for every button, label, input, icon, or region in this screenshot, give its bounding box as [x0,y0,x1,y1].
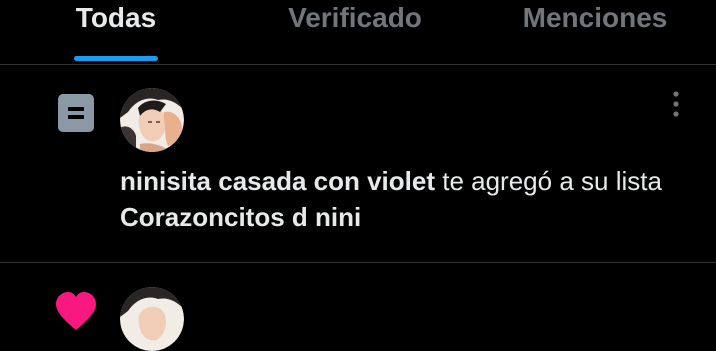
tab-verificado-label: Verificado [288,2,422,33]
tab-todas[interactable]: Todas [60,0,172,64]
avatar[interactable] [120,88,184,152]
tab-menciones-label: Menciones [522,2,668,33]
notification-item[interactable]: ninisita casada con violet te agregó a s… [0,65,716,263]
notification-user-name[interactable]: ninisita casada con violet [120,166,435,196]
tab-todas-label: Todas [75,2,157,33]
next-notification-avatar[interactable] [120,287,184,351]
notification-action-text: te agregó a su lista [442,166,662,196]
more-vertical-icon[interactable] [664,87,688,121]
notification-text: ninisita casada con violet te agregó a s… [120,163,700,235]
active-tab-indicator [74,56,158,61]
heart-icon [54,292,98,337]
list-icon [58,94,94,137]
tab-menciones[interactable]: Menciones [505,0,685,64]
notification-list-name[interactable]: Corazoncitos d nini [120,202,361,232]
notifications-tab-bar: Todas Verificado Menciones [0,0,716,65]
tab-verificado[interactable]: Verificado [270,0,440,64]
